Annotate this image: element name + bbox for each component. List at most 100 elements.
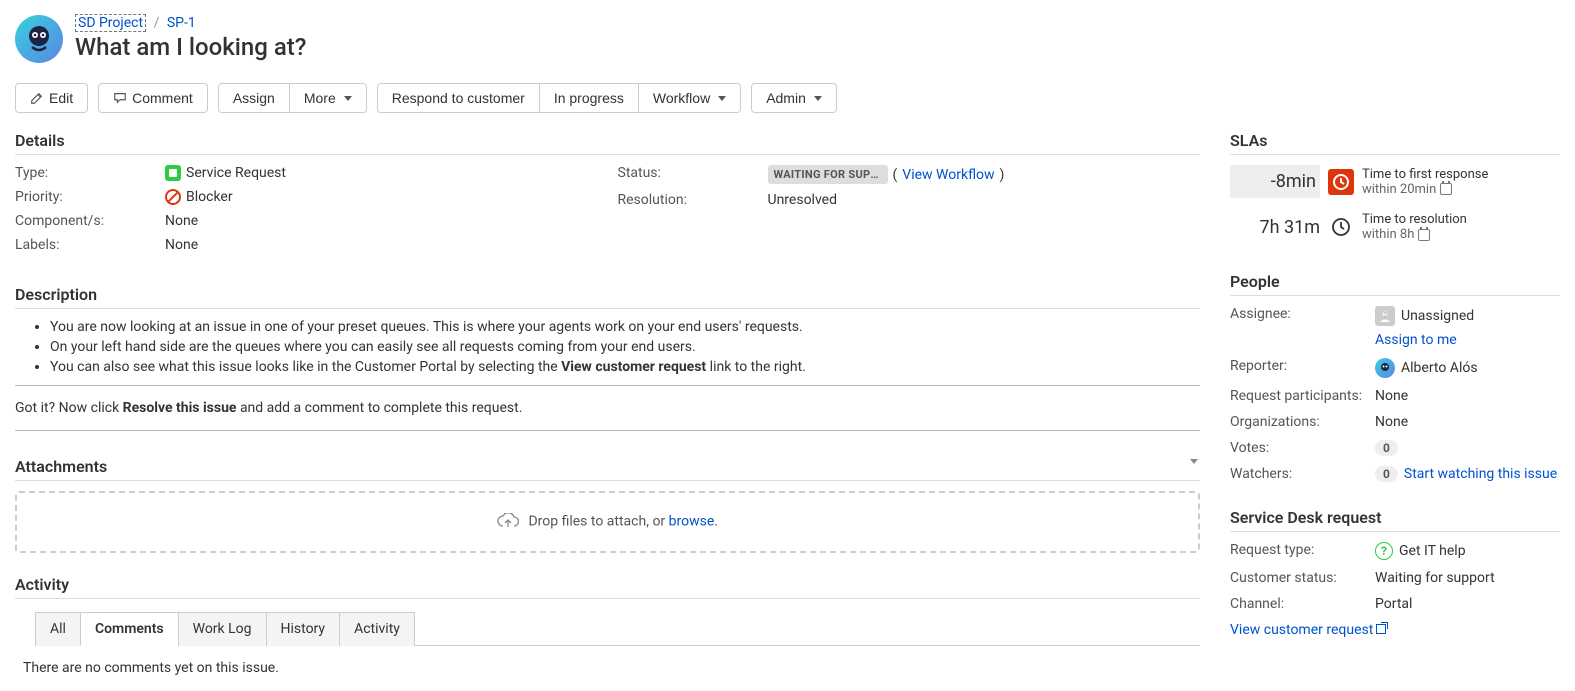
blocker-icon (165, 189, 181, 205)
priority-value: Blocker (186, 189, 233, 205)
people-heading: People (1230, 272, 1560, 296)
comment-button[interactable]: Comment (98, 83, 208, 113)
assign-button[interactable]: Assign (219, 84, 289, 112)
sla-goal: within 8h (1362, 227, 1414, 242)
description-item: You are now looking at an issue in one o… (50, 319, 1200, 335)
tab-comments[interactable]: Comments (80, 612, 178, 646)
more-button[interactable]: More (289, 84, 366, 112)
priority-label: Priority: (15, 189, 165, 205)
sla-resolution: 7h 31m Time to resolution within 8h (1230, 212, 1560, 242)
participants-label: Request participants: (1230, 388, 1375, 404)
view-customer-request-link[interactable]: View customer request (1230, 622, 1386, 638)
organizations-value: None (1375, 414, 1560, 430)
labels-value: None (165, 237, 598, 253)
caret-down-icon (718, 96, 726, 101)
slas-heading: SLAs (1230, 131, 1560, 155)
service-desk-heading: Service Desk request (1230, 508, 1560, 532)
breadcrumb: SD Project / SP-1 (75, 15, 306, 31)
tab-all[interactable]: All (35, 612, 80, 646)
in-progress-button[interactable]: In progress (539, 84, 638, 112)
description-item: On your left hand side are the queues wh… (50, 339, 1200, 355)
participants-value: None (1375, 388, 1560, 404)
status-lozenge: WAITING FOR SUPP… (768, 165, 888, 184)
clock-icon (1328, 214, 1354, 240)
view-workflow-link[interactable]: View Workflow (902, 167, 994, 183)
request-type-label: Request type: (1230, 542, 1375, 558)
issue-title: What am I looking at? (75, 33, 306, 61)
upload-icon (497, 513, 519, 531)
watchers-count-badge: 0 (1375, 466, 1398, 482)
channel-value: Portal (1375, 596, 1560, 612)
votes-count-badge: 0 (1375, 440, 1398, 456)
description-item: You can also see what this issue looks l… (50, 359, 1200, 375)
reporter-value: Alberto Alós (1401, 360, 1478, 376)
comment-icon (113, 91, 127, 105)
sla-goal: within 20min (1362, 182, 1436, 197)
tab-history[interactable]: History (266, 612, 340, 646)
resolution-label: Resolution: (618, 192, 768, 208)
tab-worklog[interactable]: Work Log (178, 612, 266, 646)
labels-label: Labels: (15, 237, 165, 253)
clock-breached-icon (1328, 169, 1354, 195)
browse-link[interactable]: browse (669, 514, 715, 530)
components-label: Component/s: (15, 213, 165, 229)
type-label: Type: (15, 165, 165, 181)
section-toggle-icon[interactable] (1190, 459, 1198, 464)
channel-label: Channel: (1230, 596, 1375, 612)
description-heading: Description (15, 285, 1200, 309)
no-comments-text: There are no comments yet on this issue. (23, 660, 1200, 676)
sla-time-value: 7h 31m (1230, 213, 1320, 242)
project-avatar (15, 15, 63, 63)
attachments-heading: Attachments (15, 457, 1200, 481)
respond-to-customer-button[interactable]: Respond to customer (378, 84, 539, 112)
details-heading: Details (15, 131, 1200, 155)
watchers-label: Watchers: (1230, 466, 1375, 482)
breadcrumb-issue-key-link[interactable]: SP-1 (167, 15, 196, 31)
issue-header: SD Project / SP-1 What am I looking at? (15, 15, 1560, 71)
description-divider (15, 430, 1200, 431)
admin-button[interactable]: Admin (751, 83, 837, 113)
organizations-label: Organizations: (1230, 414, 1375, 430)
pencil-icon (30, 91, 44, 105)
status-label: Status: (618, 165, 768, 184)
calendar-icon (1440, 183, 1452, 195)
start-watching-link[interactable]: Start watching this issue (1404, 466, 1557, 482)
sla-label: Time to resolution (1362, 212, 1560, 227)
service-request-icon (165, 165, 181, 181)
details-panel: Type: Service Request Priority: Blocker … (15, 165, 1200, 261)
description-list: You are now looking at an issue in one o… (15, 319, 1200, 375)
workflow-group: Respond to customer In progress Workflow (377, 83, 741, 113)
components-value: None (165, 213, 598, 229)
votes-label: Votes: (1230, 440, 1375, 456)
resolution-value: Unresolved (768, 192, 1201, 208)
help-icon: ? (1375, 542, 1393, 560)
customer-status-value: Waiting for support (1375, 570, 1560, 586)
activity-tabs: All Comments Work Log History Activity (35, 611, 1200, 646)
assign-to-me-link[interactable]: Assign to me (1375, 332, 1457, 348)
sla-label: Time to first response (1362, 167, 1560, 182)
activity-heading: Activity (15, 575, 1200, 599)
workflow-button[interactable]: Workflow (638, 84, 740, 112)
breadcrumb-project-link[interactable]: SD Project (75, 14, 146, 32)
reporter-label: Reporter: (1230, 358, 1375, 374)
calendar-icon (1418, 229, 1430, 241)
sla-time-value: -8min (1230, 165, 1320, 198)
breadcrumb-separator: / (154, 15, 160, 31)
edit-button[interactable]: Edit (15, 83, 88, 113)
request-type-value: Get IT help (1399, 543, 1466, 559)
toolbar: Edit Comment Assign More Respond to cust… (15, 83, 1560, 113)
customer-status-label: Customer status: (1230, 570, 1375, 586)
attachment-dropzone[interactable]: Drop files to attach, or browse. (15, 491, 1200, 553)
unassigned-avatar-icon: ? (1375, 306, 1395, 326)
description-gotit: Got it? Now click Resolve this issue and… (15, 400, 1200, 416)
sla-first-response: -8min Time to first response within 20mi… (1230, 165, 1560, 198)
caret-down-icon (344, 96, 352, 101)
user-avatar-icon (1375, 358, 1395, 378)
description-divider (15, 385, 1200, 386)
tab-activity[interactable]: Activity (339, 612, 415, 646)
external-link-icon (1376, 624, 1386, 634)
type-value: Service Request (186, 165, 286, 181)
caret-down-icon (814, 96, 822, 101)
assignee-value: Unassigned (1401, 308, 1474, 324)
assign-more-group: Assign More (218, 83, 367, 113)
